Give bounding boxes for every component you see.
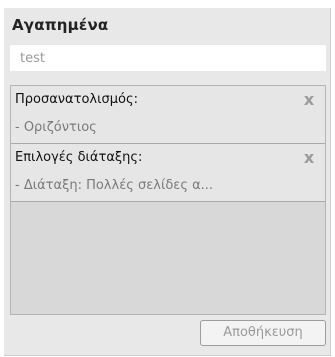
save-button[interactable]: Αποθήκευση	[200, 320, 326, 346]
panel-title: Αγαπημένα	[12, 16, 109, 34]
list-item-title: Επιλογές διάταξης:	[15, 150, 143, 165]
favorite-name-input[interactable]	[10, 45, 326, 71]
list-item-detail: - Διάταξη: Πολλές σελίδες α...	[15, 178, 214, 193]
close-icon[interactable]: x	[301, 91, 317, 109]
favorites-settings-list: Προσανατολισμός: - Οριζόντιος x Επιλογές…	[10, 85, 326, 315]
list-item-title: Προσανατολισμός:	[15, 92, 138, 107]
favorites-panel: Αγαπημένα Προσανατολισμός: - Οριζόντιος …	[4, 8, 331, 356]
list-item-layout-options[interactable]: Επιλογές διάταξης: - Διάταξη: Πολλές σελ…	[11, 144, 325, 202]
list-item-detail: - Οριζόντιος	[15, 120, 97, 135]
close-icon[interactable]: x	[301, 149, 317, 167]
list-item-orientation[interactable]: Προσανατολισμός: - Οριζόντιος x	[11, 86, 325, 144]
